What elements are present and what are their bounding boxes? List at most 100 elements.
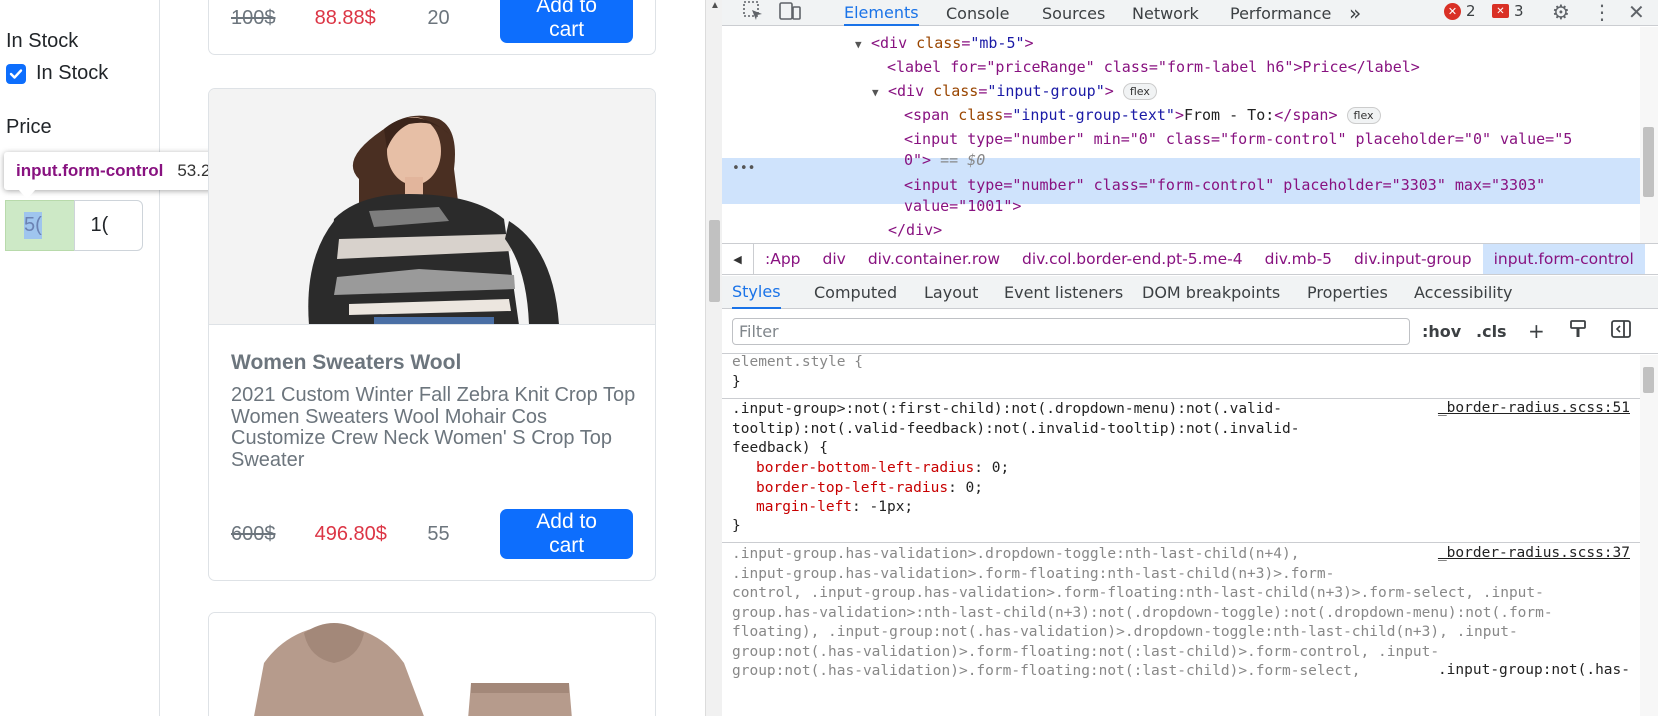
- dom-scroll-thumb[interactable]: [1643, 127, 1654, 197]
- flex-badge[interactable]: flex: [1122, 83, 1157, 100]
- new-price: 88.88$: [314, 6, 376, 29]
- breadcrumb-item[interactable]: div.container.row: [857, 244, 1011, 274]
- check-icon: [9, 68, 23, 79]
- in-stock-checkbox-row[interactable]: In Stock: [6, 62, 108, 85]
- filters-sidebar: In Stock In Stock Price 5( 1(: [0, 0, 160, 716]
- tooltip-selector: input.form-control: [16, 161, 164, 180]
- dom-node-input-selected-cont[interactable]: 0"> == $0: [904, 151, 985, 169]
- styles-subtabs: Styles Computed Layout Event listeners D…: [722, 276, 1658, 309]
- styles-scrollbar[interactable]: [1640, 355, 1658, 716]
- price-to-input[interactable]: 1(: [73, 200, 143, 251]
- settings-gear-icon[interactable]: ⚙: [1552, 0, 1570, 24]
- more-options-icon[interactable]: ⋮: [1592, 0, 1612, 24]
- price-to-value: 1(: [90, 214, 109, 236]
- css-property[interactable]: margin-left: -1px;: [756, 498, 913, 518]
- dom-node-input-selected[interactable]: <input type="number" min="0" class="form…: [904, 130, 1572, 148]
- paint-brush-icon[interactable]: [1568, 319, 1588, 344]
- expand-triangle-icon[interactable]: ▼: [855, 38, 871, 51]
- page-scrollbar[interactable]: ▲: [705, 0, 722, 716]
- css-property[interactable]: border-top-left-radius: 0;: [756, 479, 983, 499]
- breadcrumb-item-active[interactable]: input.form-control: [1482, 244, 1645, 274]
- styles-filter-input[interactable]: Filter: [732, 318, 1410, 345]
- error-icon: ✕: [1444, 2, 1461, 20]
- styles-filter-bar: Filter :hov .cls +: [722, 310, 1658, 354]
- element-style-rule[interactable]: element.style {: [732, 355, 863, 373]
- web-page: In Stock In Stock Price 5( 1( input.form…: [0, 0, 705, 716]
- css-source-link[interactable]: _border-radius.scss:37: [1438, 545, 1630, 561]
- rule-divider: [722, 398, 1640, 399]
- product-card: 100$ 88.88$ 20 Add to cart: [208, 0, 656, 55]
- css-property[interactable]: border-bottom-left-radius: 0;: [756, 459, 1009, 479]
- devtools-panel: Elements Console Sources Network Perform…: [722, 0, 1658, 716]
- dom-node-input-group[interactable]: ▼ <div class="input-group"> flex: [872, 82, 1157, 100]
- product-card: [208, 612, 656, 716]
- tab-console[interactable]: Console: [946, 0, 1010, 26]
- breadcrumb-scroll-left-icon[interactable]: ◀: [722, 244, 754, 274]
- price-heading: Price: [6, 116, 52, 138]
- page-scroll-thumb[interactable]: [709, 220, 720, 302]
- new-rule-plus-icon[interactable]: +: [1528, 319, 1545, 343]
- tab-computed[interactable]: Computed: [814, 276, 897, 309]
- rule-divider: [722, 542, 1640, 543]
- tab-styles[interactable]: Styles: [732, 276, 781, 309]
- styles-scroll-thumb[interactable]: [1643, 367, 1654, 393]
- class-toggle[interactable]: .cls: [1476, 322, 1507, 341]
- expand-triangle-icon[interactable]: ▼: [872, 86, 888, 99]
- tab-dom-breakpoints[interactable]: DOM breakpoints: [1142, 276, 1280, 309]
- css-rule-selector-tail[interactable]: .input-group:not(.has-: [1438, 661, 1630, 681]
- price-from-input[interactable]: 5(: [5, 200, 75, 251]
- inspect-element-icon[interactable]: [742, 0, 764, 27]
- breadcrumb-item[interactable]: :App: [754, 244, 812, 274]
- error-count: 2: [1466, 2, 1476, 20]
- hoodie-image: [209, 613, 655, 716]
- scroll-up-arrow-icon[interactable]: ▲: [710, 0, 720, 11]
- add-to-cart-button[interactable]: Add to cart: [500, 509, 633, 559]
- dom-node-label[interactable]: <label for="priceRange" class="form-labe…: [887, 58, 1420, 76]
- dom-tree-scrollbar[interactable]: [1640, 27, 1658, 243]
- tab-performance[interactable]: Performance: [1230, 0, 1331, 26]
- in-stock-checkbox[interactable]: [6, 63, 26, 84]
- css-rule-selector[interactable]: .input-group>:not(:first-child):not(.dro…: [732, 400, 1299, 459]
- breadcrumb: ◀ :App div div.container.row div.col.bor…: [722, 243, 1658, 275]
- price-from-value: 5(: [24, 212, 42, 239]
- warning-count: 3: [1514, 2, 1524, 20]
- tab-properties[interactable]: Properties: [1307, 276, 1388, 309]
- device-toolbar-icon[interactable]: [778, 0, 802, 27]
- tab-layout[interactable]: Layout: [924, 276, 978, 309]
- breadcrumb-item[interactable]: div.mb-5: [1254, 244, 1343, 274]
- old-price: 600$: [231, 522, 276, 545]
- flex-badge[interactable]: flex: [1346, 107, 1381, 124]
- old-price: 100$: [231, 6, 276, 29]
- dom-node-span[interactable]: <span class="input-group-text">From - To…: [904, 106, 1381, 124]
- woman-sweater-image: [209, 89, 655, 324]
- toggle-sidebar-icon[interactable]: [1610, 319, 1632, 344]
- node-actions-icon[interactable]: •••: [732, 161, 755, 176]
- new-price: 496.80$: [314, 522, 387, 545]
- product-title: Women Sweaters Wool: [231, 351, 462, 374]
- dom-node-mb5[interactable]: ▼ <div class="mb-5">: [855, 34, 1034, 52]
- css-rule-selector-inactive[interactable]: .input-group.has-validation>.dropdown-to…: [732, 545, 1553, 682]
- tab-elements[interactable]: Elements: [844, 0, 919, 26]
- product-price-row: 100$ 88.88$ 20 Add to cart: [231, 0, 633, 47]
- breadcrumb-item[interactable]: div.input-group: [1343, 244, 1483, 274]
- stock-quantity: 55: [427, 522, 450, 545]
- breadcrumb-item[interactable]: div.col.border-end.pt-5.me-4: [1011, 244, 1254, 274]
- tab-network[interactable]: Network: [1132, 0, 1199, 26]
- css-source-link[interactable]: _border-radius.scss:51: [1438, 400, 1630, 416]
- dom-node-input-2-cont[interactable]: value="1001">: [904, 197, 1021, 215]
- hover-state-toggle[interactable]: :hov: [1422, 322, 1461, 341]
- dom-node-input-2[interactable]: <input type="number" class="form-control…: [904, 176, 1545, 194]
- stock-quantity: 20: [427, 6, 450, 29]
- tab-accessibility[interactable]: Accessibility: [1414, 276, 1512, 309]
- styles-pane: element.style { } .input-group>:not(:fir…: [722, 355, 1640, 716]
- dom-node-close-div[interactable]: </div>: [888, 221, 942, 239]
- more-tabs-icon[interactable]: »: [1349, 0, 1361, 26]
- tab-event-listeners[interactable]: Event listeners: [1004, 276, 1123, 309]
- tab-sources[interactable]: Sources: [1042, 0, 1105, 26]
- close-icon[interactable]: ✕: [1628, 0, 1645, 24]
- warning-count-badge[interactable]: ✕ 3: [1492, 2, 1524, 20]
- add-to-cart-button[interactable]: Add to cart: [500, 0, 633, 43]
- tooltip-arrow: [18, 189, 36, 199]
- breadcrumb-item[interactable]: div: [812, 244, 857, 274]
- error-count-badge[interactable]: ✕ 2: [1444, 2, 1476, 20]
